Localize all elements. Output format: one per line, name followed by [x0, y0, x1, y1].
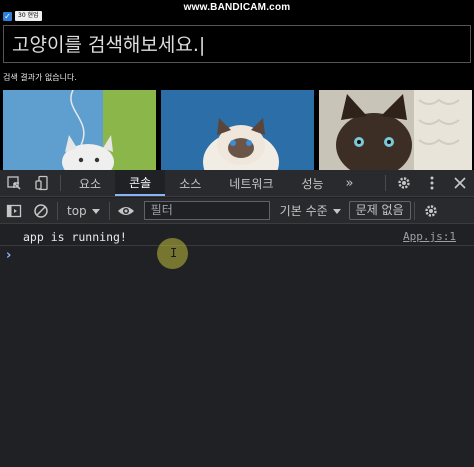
sidebar-toggle-icon[interactable]: [0, 198, 27, 224]
console-prompt[interactable]: ›: [6, 248, 11, 263]
inspect-element-icon[interactable]: [0, 170, 28, 196]
device-toolbar-icon[interactable]: [28, 170, 56, 196]
console-message-text: app is running!: [23, 230, 127, 244]
console-message-row: app is running! App.js:1: [0, 226, 474, 246]
console-toolbar: top 필터 기본 수준 문제 없음: [0, 198, 474, 224]
toolbar-divider: [108, 201, 110, 220]
clear-console-icon[interactable]: [27, 198, 54, 224]
console-settings-gear-icon[interactable]: [418, 198, 445, 224]
tab-console[interactable]: 콘솔: [115, 170, 166, 196]
devtools-panel: 요소 콘솔 소스 네트워크 성능 » top 필터 기본 수준 문제 없음 ap…: [0, 170, 474, 467]
checkbox-icon[interactable]: ✓: [3, 11, 12, 21]
context-selector[interactable]: top: [61, 204, 106, 218]
context-label: top: [67, 203, 87, 218]
search-result-text: 검색 결과가 없습니다.: [3, 73, 77, 82]
tab-sources[interactable]: 소스: [165, 170, 215, 196]
cat-image-1[interactable]: [3, 90, 156, 170]
search-input[interactable]: 고양이를 검색해보세요.|: [3, 25, 471, 63]
cat-image-2[interactable]: [161, 90, 314, 170]
kebab-menu-icon[interactable]: [418, 170, 446, 196]
more-tabs-button[interactable]: »: [338, 170, 362, 196]
dropdown-arrow-icon: [91, 208, 100, 214]
toolbar-divider: [57, 201, 58, 220]
console-source-link[interactable]: App.js:1: [403, 230, 456, 243]
gear-icon[interactable]: [390, 170, 418, 196]
log-levels-label: 기본 수준: [279, 204, 328, 218]
tab-network[interactable]: 네트워크: [215, 170, 287, 196]
recorder-watermark: www.BANDICAM.com: [183, 2, 291, 13]
close-icon[interactable]: [446, 170, 474, 196]
devtools-tabbar: 요소 콘솔 소스 네트워크 성능 »: [0, 170, 474, 197]
tab-performance[interactable]: 성능: [287, 170, 337, 196]
eye-icon[interactable]: [113, 198, 140, 224]
tab-elements[interactable]: 요소: [65, 170, 115, 196]
recorder-option[interactable]: ✓ 30 현업: [3, 10, 42, 22]
tabbar-divider: [60, 175, 61, 191]
web-page: www.BANDICAM.com ✓ 30 현업 고양이를 검색해보세요.| 검…: [0, 0, 474, 170]
issues-button[interactable]: 문제 없음: [348, 201, 411, 220]
log-levels-dropdown[interactable]: 기본 수준: [274, 202, 347, 219]
text-cursor-icon: I: [170, 246, 178, 260]
cat-image-3[interactable]: [319, 90, 472, 170]
tabbar-divider: [385, 175, 386, 191]
dropdown-arrow-icon: [332, 208, 341, 214]
recorder-option-label: 30 현업: [15, 11, 42, 21]
filter-input[interactable]: 필터: [143, 201, 270, 220]
toolbar-divider: [413, 201, 415, 220]
